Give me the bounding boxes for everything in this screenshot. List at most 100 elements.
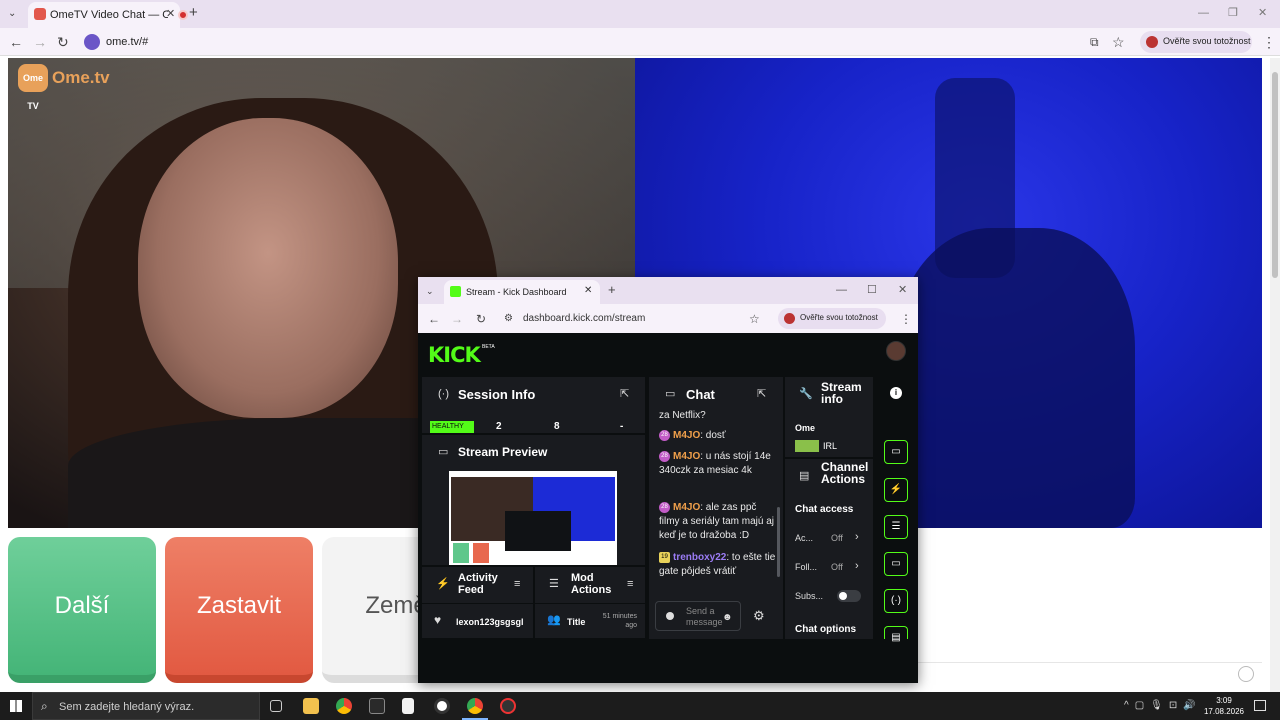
epic-games-icon[interactable] [369, 698, 385, 714]
tray-icons[interactable]: ^▢🎙⊡🔊 [1124, 700, 1202, 711]
stream-title-value: Ome [795, 423, 816, 433]
chat-scrollbar[interactable] [777, 507, 780, 577]
stream-preview-title: Stream Preview [458, 445, 548, 459]
new-tab-button[interactable]: + [189, 5, 198, 20]
chat-message: 19 trenboxy22: to ešte tie gate pôjdeš vr… [659, 551, 777, 579]
chat-access-row1-value[interactable]: Off [831, 533, 843, 543]
stream-preview-thumbnail[interactable] [449, 471, 617, 565]
tab-close-icon[interactable]: ✕ [166, 7, 175, 21]
chat-username[interactable]: M4JO [673, 451, 700, 462]
windows-taskbar: ⌕ Sem zadejte hledaný výraz. ^▢🎙⊡🔊 3:09 … [0, 692, 1280, 720]
chat-access-heading: Chat access [795, 504, 854, 515]
info-icon[interactable]: i [890, 387, 902, 399]
site-info-icon[interactable] [84, 34, 100, 50]
chat-username[interactable]: M4JO [673, 430, 700, 441]
kick-reload-icon[interactable]: ↻ [476, 312, 486, 326]
install-app-icon[interactable]: ⧉ [1090, 35, 1099, 49]
tab-search-icon[interactable]: ⌄ [8, 7, 16, 21]
subscribers-toggle[interactable] [837, 590, 861, 602]
chrome-icon[interactable] [336, 698, 352, 714]
chat-username[interactable]: trenboxy22 [673, 552, 726, 563]
taskbar-search-box[interactable]: ⌕ Sem zadejte hledaný výraz. [32, 692, 260, 720]
chat-input[interactable]: Send a message ☻ [655, 601, 741, 631]
recorder-icon[interactable] [500, 698, 516, 714]
chat-panel: ▭ Chat ⇱ za Netflix? 28 M4JO: dosť 28 M4JO… [649, 377, 783, 639]
scrollbar-thumb[interactable] [1272, 72, 1278, 278]
next-button[interactable]: Další [8, 537, 156, 683]
filter-icon[interactable]: ≡ [514, 579, 520, 590]
window-minimize-button[interactable]: — [1198, 6, 1209, 20]
kick-tab-search-icon[interactable]: ⌄ [426, 284, 434, 298]
chat-settings-icon[interactable]: ⚙ [753, 609, 765, 622]
reload-icon[interactable]: ↻ [57, 35, 69, 49]
task-view-icon[interactable] [270, 700, 282, 712]
kick-browser-menu-icon[interactable]: ⋮ [900, 312, 912, 326]
session-toggle-icon[interactable]: (·) [884, 589, 908, 613]
session-info-panel: (·) Session Info ⇱ HEALTHY 2 8 - [422, 377, 645, 433]
category-thumb [795, 440, 819, 452]
sub-badge-icon: 28 [659, 450, 670, 462]
kick-back-icon[interactable]: ← [428, 312, 440, 326]
back-icon[interactable]: ← [9, 35, 23, 49]
chat-popout-icon[interactable]: ⇱ [757, 389, 766, 400]
ometv-logo-badge: Ome TV [18, 64, 48, 111]
profile-avatar-icon [1146, 36, 1158, 48]
url-field[interactable]: ome.tv/# [106, 36, 148, 48]
kick-bookmark-icon[interactable]: ☆ [749, 312, 760, 326]
file-explorer-icon[interactable] [303, 698, 319, 714]
kick-window-close-button[interactable]: ✕ [898, 283, 907, 297]
broadcast-icon: (·) [438, 388, 449, 400]
kick-url-field[interactable]: dashboard.kick.com/stream [523, 313, 645, 324]
preview-toggle-icon[interactable]: ▭ [884, 440, 908, 464]
stream-info-panel: 🔧 Stream info Ome IRL [785, 377, 873, 457]
kick-window-maximize-button[interactable]: ☐ [867, 283, 877, 297]
chat-username[interactable]: M4JO [673, 502, 700, 513]
chrome-active-icon[interactable] [467, 698, 483, 714]
profile-pill[interactable]: Ověřte svou totožnost [1140, 31, 1252, 53]
activity-toggle-icon[interactable]: ⚡ [884, 478, 908, 502]
mod-filter-icon[interactable]: ≡ [627, 579, 633, 590]
mod-action-item: 👥 Title 51 minutes ago [535, 604, 645, 638]
emoji-picker-icon[interactable]: ☻ [722, 612, 733, 623]
emoji-icon[interactable] [1238, 666, 1254, 682]
kick-profile-pill[interactable]: Ověřte svou totožnost [778, 308, 886, 329]
kick-browser-tab[interactable]: Stream - Kick Dashboard ✕ [444, 280, 600, 304]
page-scrollbar[interactable] [1270, 58, 1280, 692]
kick-tab-close-icon[interactable]: ✕ [584, 285, 592, 296]
channel-actions-title: Channel Actions [821, 460, 869, 486]
chevron-right-icon[interactable]: › [855, 561, 859, 572]
kick-new-tab-button[interactable]: + [608, 283, 616, 297]
popout-icon[interactable]: ⇱ [620, 389, 629, 400]
chat-message: 28 M4JO: dosť [659, 429, 777, 443]
window-close-button[interactable]: ✕ [1258, 6, 1267, 20]
windows-start-icon[interactable] [10, 700, 22, 712]
kick-logo[interactable]: KICK [428, 343, 481, 367]
kick-profile-avatar-icon [784, 313, 795, 324]
notepad-icon[interactable] [402, 698, 414, 714]
chat-toggle-icon[interactable]: ▭ [884, 552, 908, 576]
stop-button[interactable]: Zastavit [165, 537, 313, 683]
channel-toggle-icon[interactable]: ▤ [884, 626, 908, 643]
browser-tab-ometv[interactable]: OmeTV Video Chat — Ome [28, 2, 188, 28]
toggle-knob [839, 592, 847, 600]
kick-window-minimize-button[interactable]: — [836, 283, 847, 297]
browser-address-bar: ← → ↻ ome.tv/# ⧉ ☆ Ověřte svou totožnost… [0, 28, 1280, 56]
window-maximize-button[interactable]: ❐ [1228, 6, 1238, 20]
chevron-right-icon[interactable]: › [855, 532, 859, 543]
obs-icon[interactable] [434, 698, 450, 714]
bookmark-star-icon[interactable]: ☆ [1112, 35, 1125, 49]
kick-forward-icon[interactable]: → [451, 312, 463, 326]
browser-menu-icon[interactable]: ⋮ [1262, 35, 1276, 49]
ome-chat-input[interactable] [918, 662, 1262, 688]
kick-header: KICK BETA [418, 333, 918, 373]
notification-icon[interactable] [1254, 700, 1266, 711]
kick-logo-beta: BETA [482, 344, 495, 350]
chat-title: Chat [686, 387, 715, 402]
mod-toggle-icon[interactable]: ☰ [884, 515, 908, 539]
chat-access-row2-value[interactable]: Off [831, 562, 843, 572]
taskbar-date: 17.08.2026 [1203, 707, 1245, 716]
taskbar-clock[interactable]: 3:09 17.08.2026 [1202, 695, 1246, 717]
forward-icon[interactable]: → [33, 35, 47, 49]
kick-user-avatar[interactable] [886, 341, 906, 361]
kick-site-info-icon[interactable]: ⚙ [504, 312, 513, 326]
